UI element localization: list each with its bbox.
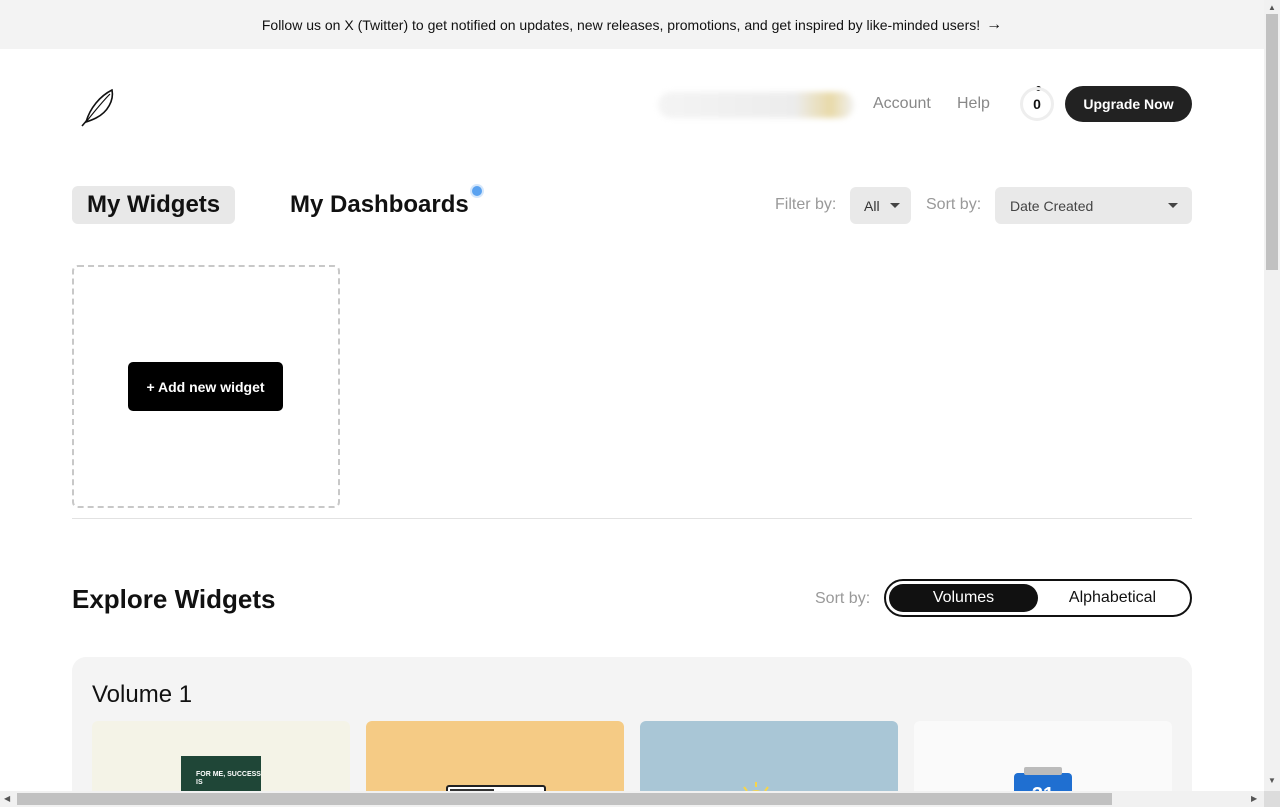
vertical-scroll-thumb[interactable] [1266, 14, 1278, 270]
filter-select[interactable]: All [850, 187, 911, 224]
sort-option-alphabetical[interactable]: Alphabetical [1038, 584, 1187, 612]
widget-tabs-row: My Widgets My Dashboards Filter by: All … [72, 184, 1192, 224]
caret-down-icon [890, 203, 900, 208]
banner-text[interactable]: Follow us on X (Twitter) to get notified… [262, 17, 980, 33]
explore-sort-label: Sort by: [815, 590, 871, 607]
upgrade-now-button[interactable]: Upgrade Now [1065, 86, 1192, 122]
add-new-widget-button[interactable]: + Add new widget [128, 362, 283, 411]
sort-option-volumes[interactable]: Volumes [889, 584, 1038, 612]
scroll-left-icon[interactable]: ◀ [4, 794, 10, 803]
volume-title: Volume 1 [92, 681, 193, 708]
scrollbar-corner [1264, 791, 1280, 807]
site-header: Account Help 0 Upgrade Now [72, 84, 1192, 128]
feather-logo-icon[interactable] [80, 86, 118, 128]
help-link[interactable]: Help [957, 95, 990, 113]
new-notification-dot [470, 184, 484, 198]
scroll-down-icon[interactable]: ▼ [1268, 776, 1276, 785]
horizontal-scrollbar[interactable]: ◀ ▶ [0, 791, 1264, 807]
sort-label: Sort by: [926, 196, 982, 213]
announcement-banner[interactable]: Follow us on X (Twitter) to get notified… [0, 0, 1264, 49]
user-profile-blurred[interactable] [658, 92, 854, 118]
account-link[interactable]: Account [873, 95, 931, 113]
vertical-scrollbar[interactable]: ▲ ▼ [1264, 0, 1280, 791]
sort-value: Date Created [1010, 197, 1094, 214]
tab-my-dashboards[interactable]: My Dashboards [275, 186, 484, 224]
caret-down-icon [1168, 203, 1178, 208]
tab-my-widgets[interactable]: My Widgets [72, 186, 236, 224]
scroll-up-icon[interactable]: ▲ [1268, 3, 1276, 12]
horizontal-scroll-thumb[interactable] [17, 793, 1112, 805]
add-widget-card: + Add new widget [72, 265, 340, 508]
credit-counter[interactable]: 0 [1020, 87, 1054, 121]
sort-select[interactable]: Date Created [995, 187, 1192, 224]
scroll-right-icon[interactable]: ▶ [1251, 794, 1257, 803]
filter-label: Filter by: [775, 196, 837, 213]
filter-value: All [864, 197, 880, 214]
arrow-right-icon[interactable]: → [986, 16, 1002, 33]
volume-panel: Volume 1 FOR ME, SUCCESS IS 31 [72, 657, 1192, 807]
section-divider [72, 518, 1192, 519]
explore-widgets-title: Explore Widgets [72, 584, 276, 614]
explore-sort-toggle: Volumes Alphabetical [884, 579, 1192, 617]
